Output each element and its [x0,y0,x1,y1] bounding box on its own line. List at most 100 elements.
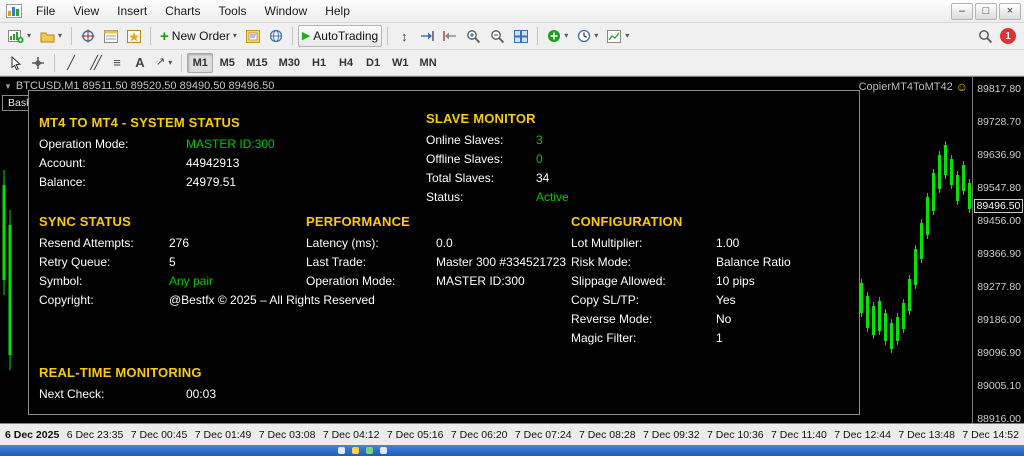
price-scale[interactable]: 89817.80 89728.70 89636.90 89547.80 8949… [972,77,1024,423]
auto-scroll-button[interactable] [416,25,438,47]
time-label: 7 Dec 05:16 [387,429,444,441]
row-label: Total Slaves: [426,169,536,188]
navigator-button[interactable] [123,25,145,47]
metaeditor-button[interactable] [242,25,264,47]
search-button[interactable] [974,25,997,47]
candlesticks-right [845,127,972,423]
market-watch-button[interactable] [77,25,99,47]
profiles-button[interactable]: ▾ [36,25,66,47]
play-icon: ▶ [302,31,310,42]
taskbar-icon[interactable] [366,447,373,454]
search-icon [978,29,993,44]
chart-area[interactable]: ▼ BTCUSD,M1 89511.50 89520.50 89490.50 8… [0,77,972,423]
zoom-in-button[interactable] [462,25,485,47]
time-label: 7 Dec 09:32 [643,429,700,441]
chevron-down-icon: ▾ [27,32,31,40]
row-value: 00:03 [186,385,216,404]
text-tool-button[interactable]: A [129,52,151,74]
navigator-icon [127,30,141,43]
taskbar-icon[interactable] [338,447,345,454]
slave-monitor-title: SLAVE MONITOR [426,111,569,126]
row-label: Retry Queue: [39,253,169,272]
row-label: Operation Mode: [306,272,436,291]
timeframe-h1[interactable]: H1 [306,53,332,73]
timeframe-w1[interactable]: W1 [387,53,414,73]
text-tool-icon: A [135,56,144,69]
system-status-title: MT4 TO MT4 - SYSTEM STATUS [39,115,275,130]
menu-tools[interactable]: Tools [210,1,256,21]
fibonacci-button[interactable]: ≡ [106,52,128,74]
timeframe-m15[interactable]: M15 [241,53,272,73]
realtime-monitoring-title: REAL-TIME MONITORING [39,365,216,380]
price-tick: 89366.90 [977,248,1021,260]
profiles-icon [40,30,55,43]
channel-button[interactable]: ╱╱ [83,52,105,74]
scale-fix-button[interactable]: ↕ [393,25,415,47]
row-label: Status: [426,188,536,207]
timeframe-m5[interactable]: M5 [214,53,240,73]
timeframe-mn[interactable]: MN [415,53,442,73]
timeframe-h4[interactable]: H4 [333,53,359,73]
row-value: No [716,310,731,329]
new-chart-button[interactable]: ▾ [4,25,35,47]
new-order-button[interactable]: + New Order ▾ [156,25,241,47]
indicators-button[interactable]: ▾ [543,25,572,47]
data-window-button[interactable] [100,25,122,47]
ea-smiley-icon[interactable]: ☺ [956,80,968,94]
menu-help[interactable]: Help [316,1,359,21]
fibonacci-icon: ≡ [113,56,121,69]
timeframe-d1[interactable]: D1 [360,53,386,73]
row-label: Magic Filter: [571,329,716,348]
chart-menu-caret-icon[interactable]: ▼ [4,82,12,91]
section-configuration: CONFIGURATION Lot Multiplier:1.00 Risk M… [571,214,791,348]
row-label: Reverse Mode: [571,310,716,329]
configuration-title: CONFIGURATION [571,214,791,229]
periods-button[interactable]: ▾ [573,25,602,47]
time-label: 7 Dec 12:44 [834,429,891,441]
chart-shift-button[interactable] [439,25,461,47]
trendline-button[interactable]: ╱ [60,52,82,74]
os-taskbar[interactable] [0,445,1024,456]
tile-windows-button[interactable] [510,25,532,47]
menu-insert[interactable]: Insert [108,1,156,21]
row-value: Active [536,188,569,207]
menu-window[interactable]: Window [256,1,317,21]
crosshair-button[interactable] [27,52,49,74]
row-value: 1 [716,329,723,348]
time-label: 7 Dec 10:36 [707,429,764,441]
ea-status-panel: MT4 TO MT4 - SYSTEM STATUS Operation Mod… [28,90,860,415]
current-price-tag: 89496.50 [974,199,1023,213]
menu-charts[interactable]: Charts [156,1,209,21]
close-button[interactable]: × [999,3,1021,20]
menu-view[interactable]: View [64,1,108,21]
notification-badge[interactable]: 1 [1000,28,1016,44]
toolbar-separator [387,27,388,45]
zoom-in-icon [466,29,481,44]
templates-button[interactable]: ▾ [603,25,633,47]
menu-file[interactable]: File [27,1,64,21]
minimize-button[interactable]: – [951,3,973,20]
timeframe-m30[interactable]: M30 [274,53,305,73]
row-label: Lot Multiplier: [571,234,716,253]
maximize-button[interactable]: □ [975,3,997,20]
autotrading-button[interactable]: ▶ AutoTrading [298,25,382,47]
taskbar-icon[interactable] [380,447,387,454]
zoom-out-button[interactable] [486,25,509,47]
community-button[interactable] [265,25,287,47]
cursor-icon [9,56,22,70]
status-row: Offline Slaves:0 [426,150,569,169]
chevron-down-icon: ▾ [594,32,598,40]
timeframe-m1[interactable]: M1 [187,53,213,73]
app-icon [6,4,22,18]
row-value: 0 [536,150,543,169]
data-window-icon [104,30,118,43]
taskbar-icon[interactable] [352,447,359,454]
cursor-button[interactable] [4,52,26,74]
arrows-tool-button[interactable]: ↗ ▾ [152,52,176,74]
arrow-tool-icon: ↗ [156,57,165,68]
price-tick: 89186.00 [977,314,1021,326]
crosshair-icon [31,56,45,70]
price-tick: 89817.80 [977,83,1021,95]
time-axis[interactable]: 6 Dec 2025 6 Dec 23:35 7 Dec 00:45 7 Dec… [0,423,1024,445]
row-label: Balance: [39,173,186,192]
